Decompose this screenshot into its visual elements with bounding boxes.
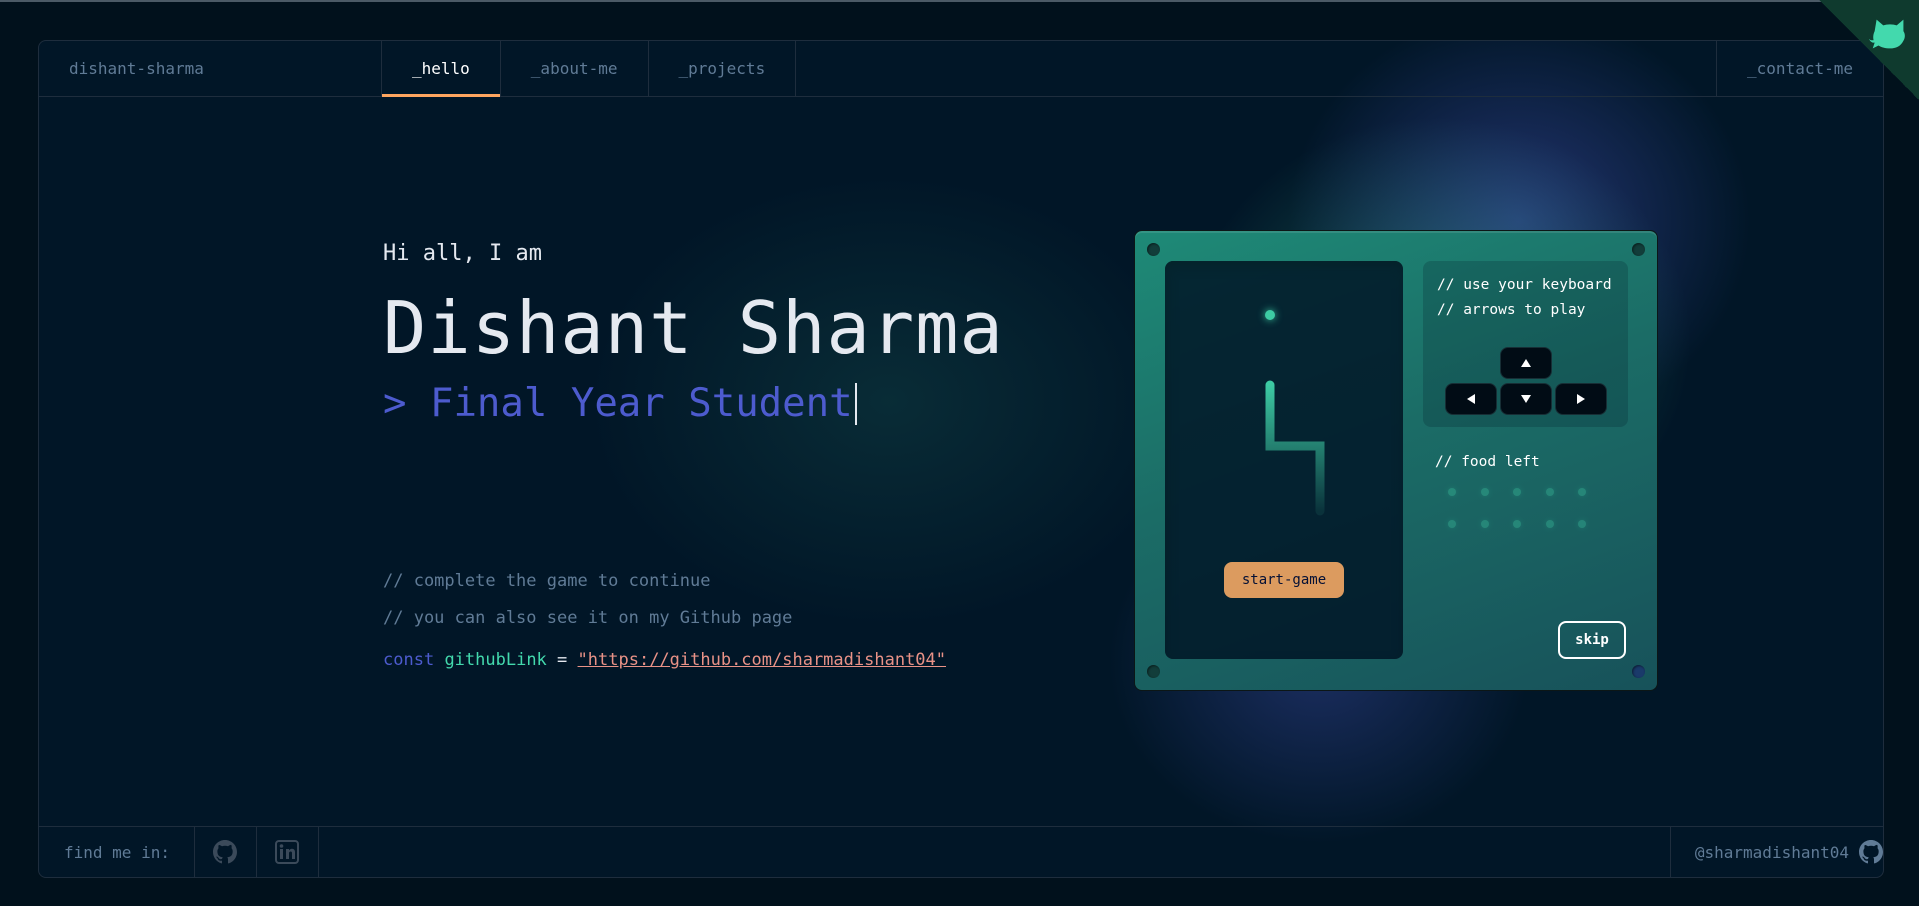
github-user-link[interactable]: @sharmadishant04 bbox=[1669, 827, 1883, 877]
linkedin-social-link[interactable] bbox=[257, 827, 319, 877]
github-hint-comment: // you can also see it on my Github page bbox=[383, 608, 793, 628]
instructions-line-1: // use your keyboard bbox=[1437, 277, 1612, 293]
bolt-icon bbox=[1147, 243, 1160, 256]
food-left-pip bbox=[1480, 520, 1489, 528]
bolt-icon bbox=[1147, 665, 1160, 678]
hero-name: Dishant Sharma bbox=[383, 286, 1004, 370]
github-icon bbox=[1859, 840, 1883, 864]
arrow-down-icon bbox=[1521, 395, 1531, 403]
controls-instructions: // use your keyboard // arrows to play bbox=[1437, 273, 1612, 323]
code-operator: = bbox=[557, 650, 568, 670]
github-social-link[interactable] bbox=[195, 827, 257, 877]
game-hint-comment: // complete the game to continue bbox=[383, 571, 711, 591]
window-top-edge bbox=[0, 0, 1919, 2]
navbar-spacer bbox=[796, 41, 1716, 96]
bolt-icon bbox=[1632, 243, 1645, 256]
linkedin-icon bbox=[275, 840, 300, 864]
controls-panel: // use your keyboard // arrows to play bbox=[1423, 261, 1628, 427]
snake-game-board: start-game // use your keyboard // arrow… bbox=[1134, 230, 1658, 691]
hero-role: > Final Year Student bbox=[383, 381, 857, 426]
food-left-label: // food left bbox=[1435, 454, 1540, 470]
food-left-pip bbox=[1545, 488, 1554, 496]
food-left-pip bbox=[1545, 520, 1554, 528]
arrow-down-key[interactable] bbox=[1500, 383, 1552, 415]
food-left-pip bbox=[1578, 520, 1586, 528]
food-left-pip bbox=[1513, 488, 1521, 496]
github-icon bbox=[213, 840, 238, 864]
footer-spacer bbox=[319, 827, 1670, 877]
greeting-text: Hi all, I am bbox=[383, 241, 542, 266]
typing-cursor bbox=[854, 382, 857, 425]
hero-role-text: > Final Year Student bbox=[383, 381, 853, 426]
arrow-right-icon bbox=[1577, 394, 1585, 404]
arrow-right-key[interactable] bbox=[1555, 383, 1607, 415]
skip-button[interactable]: skip bbox=[1558, 621, 1626, 659]
tab-hello[interactable]: _hello bbox=[382, 41, 501, 97]
start-game-button[interactable]: start-game bbox=[1224, 562, 1344, 598]
code-keyword: const bbox=[383, 650, 435, 670]
snake-icon bbox=[1265, 380, 1325, 516]
food-left-pip bbox=[1448, 520, 1456, 528]
octocat-icon bbox=[1868, 19, 1905, 49]
site-brand[interactable]: dishant-sharma bbox=[39, 41, 382, 96]
arrow-left-key[interactable] bbox=[1445, 383, 1497, 415]
footer: find me in: @sharmadishant04 bbox=[39, 826, 1883, 877]
tab-about-me[interactable]: _about-me bbox=[501, 41, 649, 96]
food-left-pip bbox=[1513, 520, 1521, 528]
food-left-pip bbox=[1480, 488, 1489, 496]
arrow-left-icon bbox=[1467, 394, 1475, 404]
tab-projects[interactable]: _projects bbox=[649, 41, 797, 96]
find-me-label: find me in: bbox=[39, 827, 195, 877]
food-left-pip bbox=[1448, 488, 1456, 496]
arrow-up-key[interactable] bbox=[1500, 347, 1552, 379]
github-code-line: const githubLink = "https://github.com/s… bbox=[383, 650, 946, 670]
instructions-line-2: // arrows to play bbox=[1437, 302, 1586, 318]
bolt-icon bbox=[1632, 665, 1645, 678]
game-screen[interactable]: start-game bbox=[1165, 261, 1403, 659]
github-corner-badge[interactable] bbox=[1819, 0, 1919, 100]
top-navbar: dishant-sharma _hello _about-me _project… bbox=[39, 41, 1883, 97]
arrow-up-icon bbox=[1521, 359, 1531, 367]
github-link[interactable]: "https://github.com/sharmadishant04" bbox=[578, 650, 946, 670]
code-variable: githubLink bbox=[444, 650, 547, 670]
page-frame: dishant-sharma _hello _about-me _project… bbox=[38, 40, 1884, 878]
food-left-pip bbox=[1578, 488, 1586, 496]
github-username: @sharmadishant04 bbox=[1694, 842, 1849, 862]
